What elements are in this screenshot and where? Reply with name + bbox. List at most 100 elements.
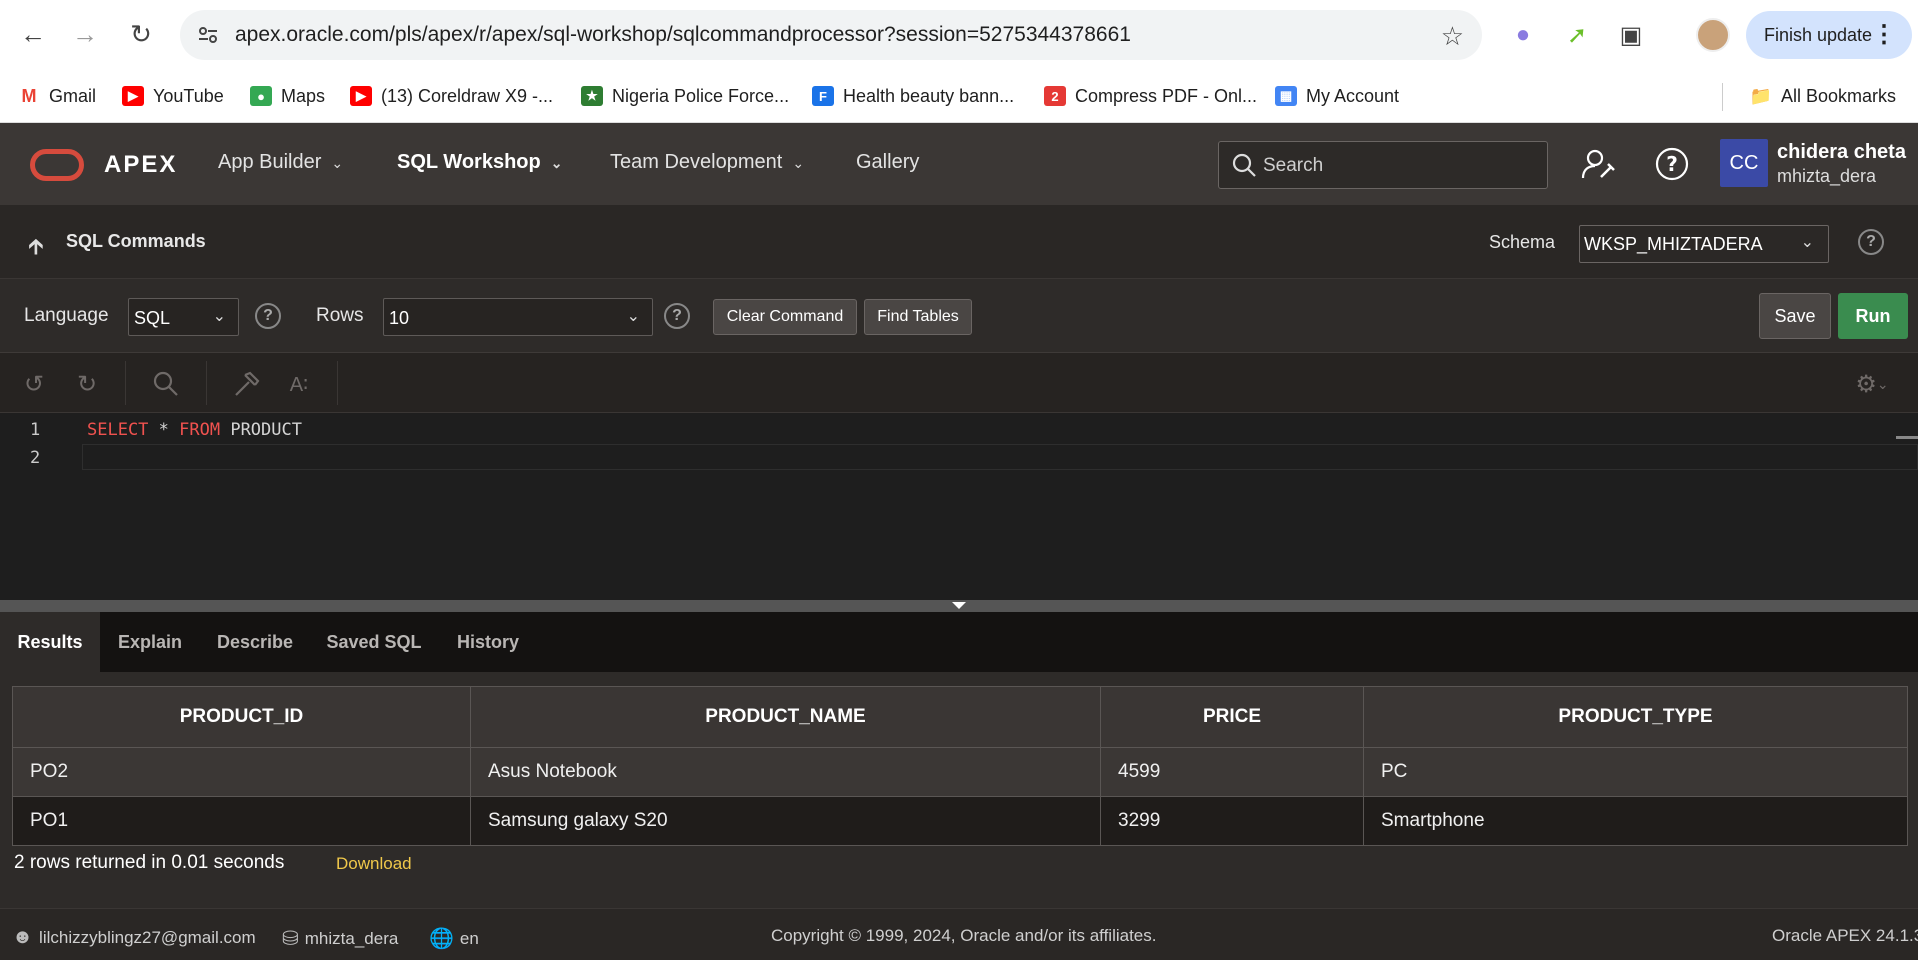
bookmark-label: My Account [1306, 85, 1400, 106]
reload-icon[interactable]: ↻ [121, 14, 161, 54]
nav-label: App Builder [218, 151, 322, 173]
forward-icon[interactable]: → [65, 14, 105, 54]
extension-chart-icon[interactable]: ➚ [1560, 18, 1594, 52]
bookmark-star-icon[interactable]: ☆ [1441, 21, 1464, 52]
bookmark-health-beauty[interactable]: F Health beauty bann... [812, 83, 1014, 109]
bookmark-my-account[interactable]: ▦ My Account [1275, 83, 1399, 109]
extension-ghost-icon[interactable]: ● [1506, 18, 1540, 52]
code-line-1[interactable]: SELECT * FROM PRODUCT [87, 420, 302, 440]
nav-label: Team Development [610, 151, 783, 173]
finish-update-button[interactable]: Finish update ⋮ [1746, 11, 1912, 59]
panel-splitter[interactable] [0, 600, 1918, 612]
bookmark-nigeria-police[interactable]: ★ Nigeria Police Force... [581, 83, 789, 109]
chevron-down-icon: ⌄ [550, 155, 563, 171]
settings-gear-icon[interactable]: ⚙ ⌄ [1848, 369, 1896, 399]
database-icon: ⛁ [282, 928, 299, 950]
language-label: Language [24, 305, 109, 326]
apex-brand[interactable]: APEX [104, 151, 177, 179]
table-cell: 4599 [1100, 747, 1364, 797]
administration-icon[interactable] [1580, 145, 1618, 183]
download-link[interactable]: Download [336, 854, 412, 874]
nav-sql-workshop[interactable]: SQL Workshop ⌄ [397, 151, 562, 174]
tab-saved-sql[interactable]: Saved SQL [310, 612, 438, 672]
user-name[interactable]: chidera cheta [1777, 141, 1906, 164]
address-bar[interactable]: apex.oracle.com/pls/apex/r/apex/sql-work… [180, 10, 1482, 60]
collapse-triangle-icon[interactable] [952, 602, 966, 609]
rows-select[interactable]: 10 ⌄ [383, 298, 653, 336]
bookmark-label: Gmail [49, 85, 97, 106]
table-row: PO2 Asus Notebook 4599 PC [12, 747, 1908, 797]
find-tables-button[interactable]: Find Tables [864, 299, 972, 335]
bookmark-coreldraw[interactable]: ▶ (13) Coreldraw X9 -... [350, 83, 553, 109]
column-header[interactable]: PRODUCT_ID [12, 686, 471, 748]
tab-describe[interactable]: Describe [200, 612, 310, 672]
sql-text: PRODUCT [220, 420, 302, 440]
url-text[interactable]: apex.oracle.com/pls/apex/r/apex/sql-work… [235, 23, 1131, 47]
back-icon[interactable]: ← [13, 14, 53, 54]
footer-user[interactable]: ☻ lilchizzyblingz27@gmail.com [12, 926, 256, 949]
redo-icon[interactable]: ↻ [72, 369, 102, 399]
rows-help-icon[interactable]: ? [664, 303, 690, 329]
bookmark-gmail[interactable]: M Gmail [18, 83, 96, 109]
table-row: PO1 Samsung galaxy S20 3299 Smartphone [12, 796, 1908, 846]
run-button[interactable]: Run [1838, 293, 1908, 339]
user-avatar[interactable]: CC [1720, 139, 1768, 187]
table-cell: PC [1363, 747, 1908, 797]
nav-gallery[interactable]: Gallery [856, 151, 919, 174]
bookmark-compress-pdf[interactable]: 2 Compress PDF - Onl... [1044, 83, 1257, 109]
column-header[interactable]: PRODUCT_NAME [470, 686, 1101, 748]
nav-team-development[interactable]: Team Development ⌄ [610, 151, 804, 174]
results-table: PRODUCT_ID PRODUCT_NAME PRICE PRODUCT_TY… [12, 686, 1908, 846]
tab-explain[interactable]: Explain [100, 612, 200, 672]
tab-results[interactable]: Results [0, 612, 100, 672]
help-icon[interactable]: ? [1653, 145, 1691, 183]
search-icon[interactable] [151, 369, 181, 399]
footer-version: Oracle APEX 24.1.3 [1772, 926, 1918, 945]
toolbar-divider [206, 361, 207, 405]
arrow-up-icon[interactable]: 🡱 [28, 230, 44, 268]
language-select[interactable]: SQL ⌄ [128, 298, 239, 336]
chevron-down-icon: ⌄ [1800, 234, 1814, 251]
profile-avatar[interactable] [1696, 18, 1730, 52]
search-input[interactable] [1263, 151, 1533, 181]
apex-logo[interactable] [30, 149, 84, 181]
schema-value: WKSP_MHIZTADERA [1584, 234, 1763, 254]
table-cell: Samsung galaxy S20 [470, 796, 1101, 846]
clear-command-button[interactable]: Clear Command [713, 299, 857, 335]
search-icon [1232, 153, 1256, 177]
save-button[interactable]: Save [1759, 293, 1831, 339]
footer-workspace[interactable]: ⛁ mhizta_dera [282, 926, 398, 951]
language-value: SQL [134, 308, 171, 328]
schema-help-icon[interactable]: ? [1858, 229, 1884, 255]
code-editor[interactable]: 1 2 SELECT * FROM PRODUCT [0, 413, 1918, 600]
hammer-icon[interactable] [231, 369, 261, 399]
tab-history[interactable]: History [438, 612, 538, 672]
bookmark-youtube[interactable]: ▶ YouTube [122, 83, 224, 109]
schema-select[interactable]: WKSP_MHIZTADERA ⌄ [1579, 225, 1829, 263]
column-header[interactable]: PRICE [1100, 686, 1364, 748]
table-cell: PO1 [12, 796, 471, 846]
nav-label: SQL Workshop [397, 151, 541, 173]
line-number: 2 [30, 448, 41, 468]
more-menu-icon[interactable]: ⋮ [1872, 20, 1896, 49]
all-bookmarks[interactable]: 📁 All Bookmarks [1750, 83, 1896, 109]
bookmark-label: Health beauty bann... [843, 85, 1015, 106]
finish-update-label: Finish update [1764, 24, 1873, 45]
footer: ☻ lilchizzyblingz27@gmail.com ⛁ mhizta_der… [0, 908, 1918, 960]
column-header[interactable]: PRODUCT_TYPE [1363, 686, 1908, 748]
footer-language[interactable]: 🌐 en [429, 926, 479, 951]
table-cell: Smartphone [1363, 796, 1908, 846]
site-settings-icon[interactable] [196, 23, 220, 47]
language-help-icon[interactable]: ? [255, 303, 281, 329]
bookmark-maps[interactable]: ● Maps [250, 83, 325, 109]
toolbar-divider [125, 361, 126, 405]
current-line-highlight [82, 444, 1918, 470]
extensions-puzzle-icon[interactable]: ▣ [1614, 18, 1648, 52]
nav-app-builder[interactable]: App Builder ⌄ [218, 151, 343, 174]
undo-icon[interactable]: ↺ [19, 369, 49, 399]
browser-toolbar: ← → ↻ apex.oracle.com/pls/apex/r/apex/sq… [0, 0, 1918, 70]
line-number: 1 [30, 420, 41, 440]
folder-icon: 📁 [1749, 85, 1773, 106]
sql-keyword: SELECT [87, 420, 149, 440]
text-format-icon[interactable]: A∶ [284, 369, 314, 399]
